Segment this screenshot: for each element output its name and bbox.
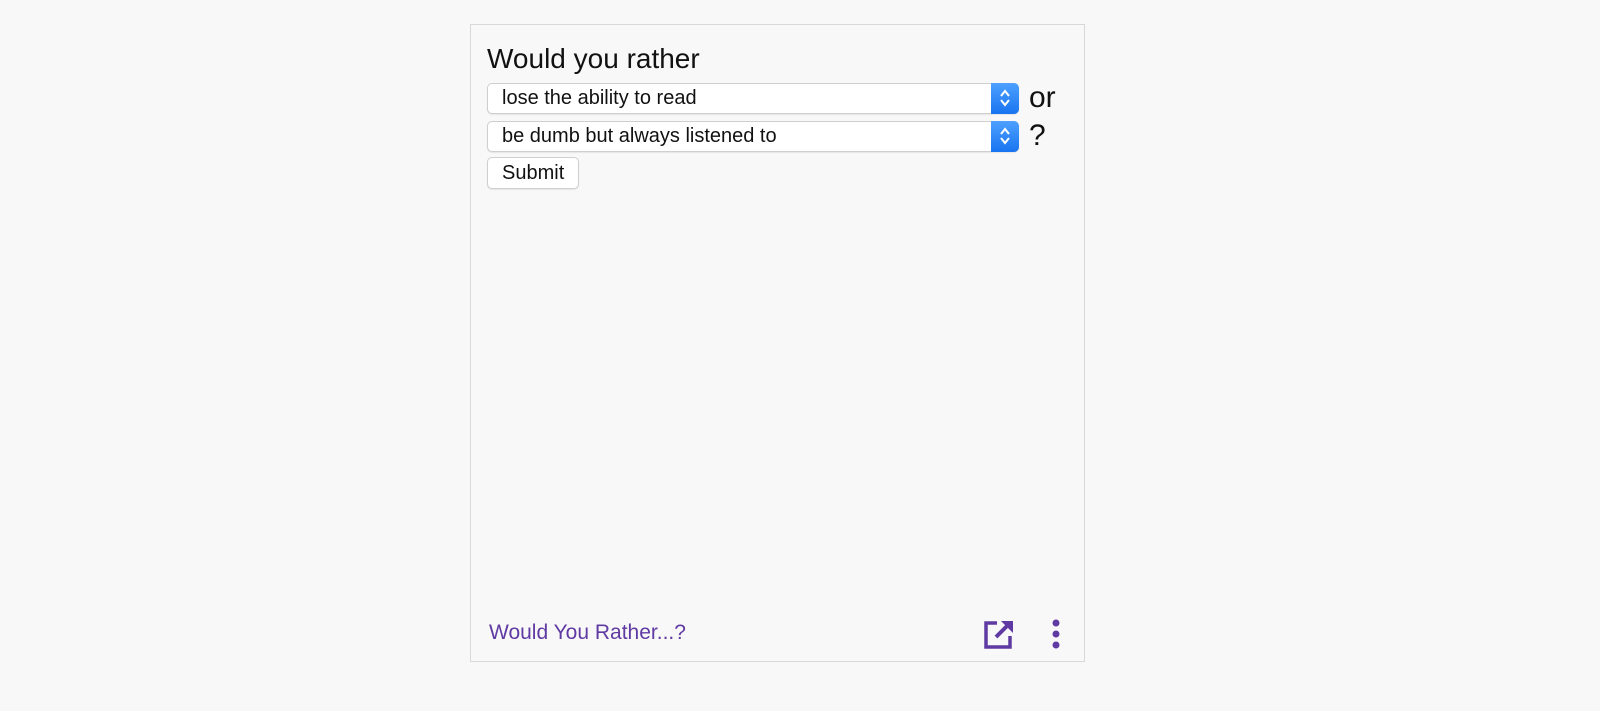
open-in-new-icon[interactable] [982, 617, 1016, 651]
question-mark-label: ? [1029, 119, 1046, 152]
option-row-1: lose the ability to read or [487, 81, 1056, 115]
option1-select[interactable]: lose the ability to read [487, 82, 1019, 114]
option1-value: lose the ability to read [502, 86, 697, 109]
or-label: or [1029, 81, 1056, 114]
footer-app-link[interactable]: Would You Rather...? [489, 621, 686, 645]
select-arrows-icon [991, 82, 1019, 114]
option2-select[interactable]: be dumb but always listened to [487, 120, 1019, 152]
more-vertical-icon[interactable] [1049, 617, 1063, 653]
widget-card: Would you rather lose the ability to rea… [470, 24, 1085, 662]
select-arrows-icon [991, 120, 1019, 152]
widget-title: Would you rather [487, 43, 700, 74]
option2-value: be dumb but always listened to [502, 124, 777, 147]
option-row-2: be dumb but always listened to ? [487, 119, 1046, 153]
submit-button[interactable]: Submit [487, 157, 580, 189]
